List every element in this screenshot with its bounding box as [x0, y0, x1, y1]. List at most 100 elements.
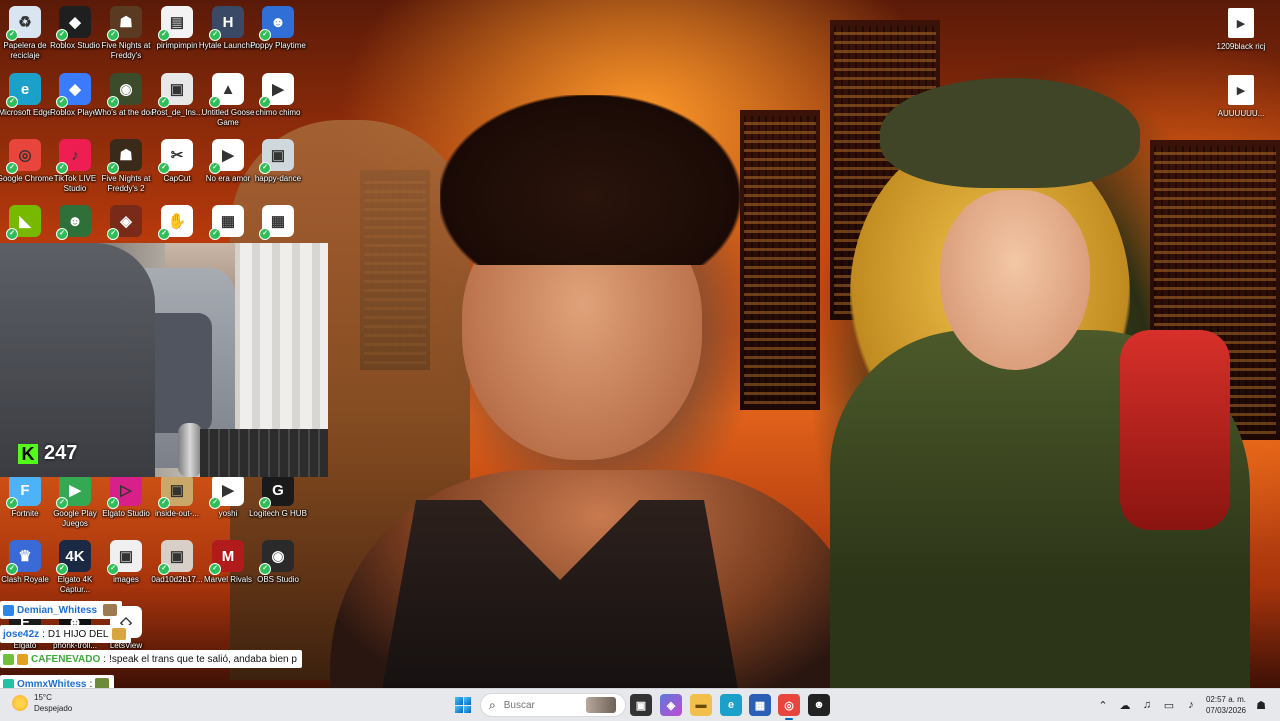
- icon-glyph: ◆: [69, 14, 81, 31]
- icon-glyph: ▤: [169, 14, 185, 31]
- icon-glyph: ▶: [69, 482, 81, 499]
- microphone-icon[interactable]: ♫: [1140, 699, 1154, 711]
- sync-check-icon: ✓: [209, 228, 221, 240]
- elgato-studio-icon: ▷ ✓: [107, 474, 142, 509]
- network-icon[interactable]: ▭: [1162, 699, 1176, 712]
- weather-sun-icon: [12, 695, 28, 711]
- windows-logo-icon: [455, 697, 463, 705]
- icon-glyph: ◆: [69, 81, 81, 98]
- emote-icon: [103, 604, 118, 616]
- sync-check-icon: ✓: [209, 96, 221, 108]
- icon-glyph: ✋: [167, 213, 187, 230]
- whos-at-the-door-icon: ◉ ✓: [107, 73, 142, 108]
- viewer-count: 247: [44, 442, 78, 464]
- desktop-icon-label: AUUUUUU...: [1217, 109, 1265, 118]
- sync-check-icon: ✓: [6, 563, 18, 575]
- windows-logo-icon-pane: [463, 705, 471, 713]
- icon-glyph: ♻: [18, 14, 32, 31]
- sync-check-icon: ✓: [259, 29, 271, 41]
- sync-check-icon: ✓: [158, 162, 170, 174]
- chevron-up-icon[interactable]: ⌃: [1096, 699, 1110, 712]
- edge-taskbar-icon[interactable]: e: [720, 694, 742, 716]
- speaker-icon[interactable]: ♪: [1184, 699, 1198, 711]
- microsoft-edge-icon: e ✓: [6, 73, 41, 108]
- sync-check-icon: ✓: [56, 563, 68, 575]
- wallpaper-woman-face: [940, 190, 1090, 370]
- desktop-icon-poppy-playtime[interactable]: ☻ ✓ Poppy Playtime: [246, 6, 310, 51]
- desktop-icon-logitech-g-hub[interactable]: G ✓ Logitech G HUB: [246, 474, 310, 519]
- icon-glyph: ▶: [222, 482, 234, 499]
- desktop-icon-label: 1209black ricj: [1216, 42, 1266, 51]
- icon-glyph: ◉: [271, 548, 285, 565]
- sync-check-icon: ✓: [158, 228, 170, 240]
- search-input[interactable]: [501, 698, 580, 712]
- start-button[interactable]: [455, 697, 471, 713]
- inside-out-icon: ▣ ✓: [158, 474, 193, 509]
- webcam-microphone: [178, 423, 202, 477]
- chat-separator: :: [103, 653, 107, 665]
- cloud-icon[interactable]: ☁: [1118, 699, 1132, 712]
- video-file-icon: ▶: [1228, 8, 1254, 38]
- date: 07/03/2026: [1205, 706, 1246, 715]
- chat-badge-icon: [3, 653, 14, 665]
- kick-logo-icon: K: [18, 443, 38, 464]
- chat-message: jose42z : D1 HIJO DEL: [0, 625, 131, 643]
- chrome-taskbar-icon[interactable]: ◎: [778, 694, 800, 720]
- fortnite-icon: F ✓: [6, 474, 41, 509]
- task-view-button[interactable]: ▣: [630, 694, 652, 716]
- desktop-icon-chimo-chimo[interactable]: ▶ ✓ chimo chimo: [246, 73, 310, 118]
- icon-glyph: e: [20, 80, 30, 98]
- icon-glyph: ▣: [169, 81, 185, 98]
- desktop-icon-1209black[interactable]: ▶ 1209black ricj: [1211, 8, 1271, 51]
- clock[interactable]: 02:57 a. m. 07/03/2026: [1206, 694, 1246, 716]
- app-taskbar-icon[interactable]: ☻: [808, 694, 830, 716]
- untitled-goose-game-icon: ▲ ✓: [209, 73, 244, 108]
- icon-glyph: ▲: [220, 80, 236, 98]
- app-img-1-icon: ▦ ✓: [209, 205, 244, 240]
- app-paw-icon: ✋ ✓: [158, 205, 193, 240]
- wallpaper-man-hair: [440, 95, 740, 265]
- logitech-g-hub-icon: G ✓: [259, 474, 294, 509]
- icon-glyph: M: [221, 547, 235, 565]
- capcut-icon: ✂ ✓: [158, 139, 193, 174]
- system-tray: ⌃ ☁ ♫ ▭ ♪ 02:57 a. m. 07/03/2026 ☗: [1096, 689, 1268, 721]
- file-explorer-icon[interactable]: ▬: [690, 694, 712, 716]
- desktop-icon-app-img-2[interactable]: ▦ ✓: [246, 205, 310, 240]
- icon-glyph: H: [222, 13, 234, 31]
- notification-bell-icon[interactable]: ☗: [1254, 699, 1268, 712]
- sync-check-icon: ✓: [56, 29, 68, 41]
- sync-check-icon: ✓: [6, 29, 18, 41]
- icon-glyph: ▶: [222, 147, 234, 164]
- emote-icon: [111, 628, 126, 640]
- nvidia-icon: ◣ ✓: [6, 205, 41, 240]
- no-era-amor-icon: ▶ ✓: [209, 139, 244, 174]
- desktop-icon-label: OBS Studio: [257, 575, 299, 584]
- fnaf-icon: ☗ ✓: [107, 6, 142, 41]
- weather-widget[interactable]: 15°C Despejado: [12, 692, 72, 714]
- sync-check-icon: ✓: [158, 563, 170, 575]
- chat-username: CAFENEVADO: [31, 653, 101, 665]
- sync-check-icon: ✓: [259, 497, 271, 509]
- desktop-icon-label: chimo chimo: [255, 108, 301, 117]
- chat-badge-icon: [3, 604, 14, 616]
- search-icon: ⌕: [489, 697, 496, 712]
- icon-glyph: ▣: [270, 147, 286, 164]
- sync-check-icon: ✓: [209, 29, 221, 41]
- sync-check-icon: ✓: [6, 497, 18, 509]
- sync-check-icon: ✓: [56, 228, 68, 240]
- wallpaper-building: [740, 110, 820, 410]
- poppy-playtime-icon: ☻ ✓: [259, 6, 294, 41]
- roblox-player-icon: ◆ ✓: [56, 73, 91, 108]
- store-taskbar-icon[interactable]: ▦: [749, 694, 771, 716]
- weather-temperature: 15°C: [34, 693, 52, 702]
- chat-separator: :: [42, 628, 45, 640]
- desktop-icon-obs-studio[interactable]: ◉ ✓ OBS Studio: [246, 540, 310, 585]
- icon-glyph: ▷: [120, 482, 132, 499]
- post-de-ins-icon: ▣ ✓: [158, 73, 193, 108]
- wallpaper-woman-glove: [1120, 330, 1230, 530]
- desktop-icon-happy-dance[interactable]: ▣ ✓ happy-dance: [246, 139, 310, 184]
- taskbar-search[interactable]: ⌕: [480, 693, 626, 717]
- copilot-button[interactable]: ◈: [660, 694, 682, 716]
- icon-glyph: G: [272, 481, 284, 499]
- desktop-icon-auuuuuu[interactable]: ▶ AUUUUUU...: [1211, 75, 1271, 118]
